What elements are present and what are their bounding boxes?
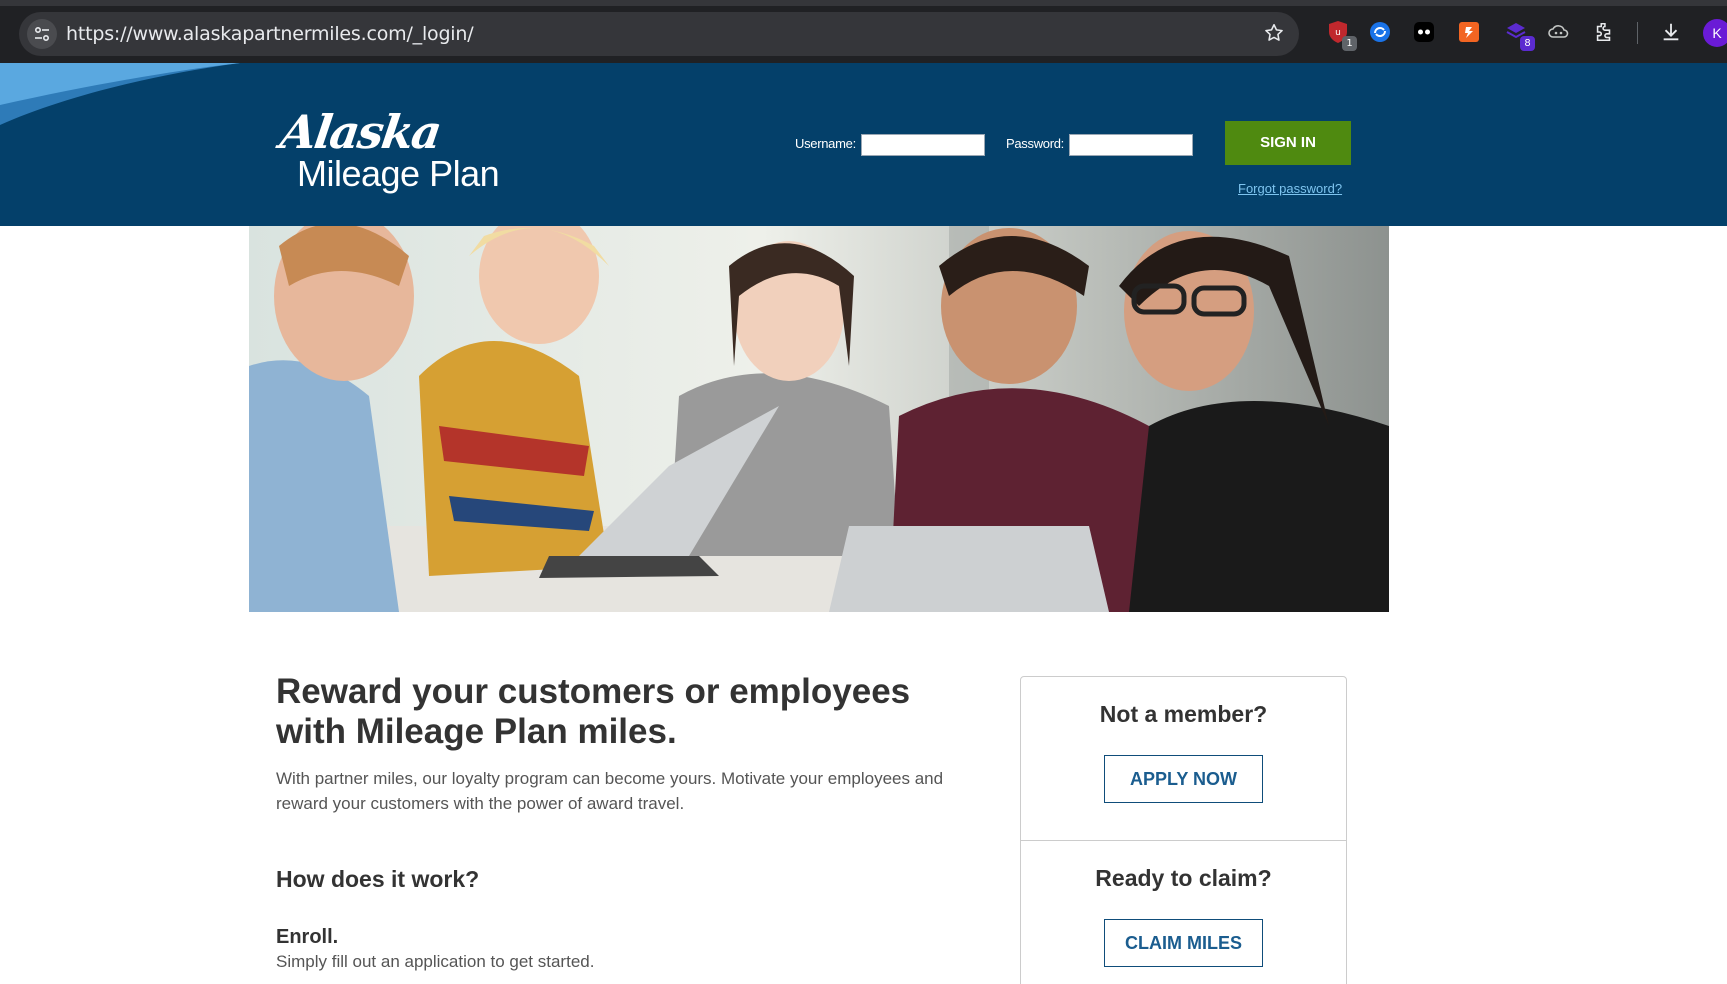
username-input[interactable] [861,134,985,156]
svg-text:u: u [1335,28,1341,38]
hero-people-illustration [249,226,1389,612]
cloud-extension-icon[interactable] [1546,19,1572,45]
how-it-works-heading: How does it work? [276,866,480,892]
header-swoosh [0,63,240,125]
claim-miles-button[interactable]: CLAIM MILES [1104,919,1263,967]
page-headline: Reward your customers or employees with … [276,672,911,751]
extensions-puzzle-icon[interactable] [1591,19,1617,45]
password-input[interactable] [1069,134,1193,156]
hero-photo [249,226,1389,612]
purple-extension-badge: 8 [1520,36,1535,51]
orange-extension-icon[interactable] [1456,19,1482,45]
step-description: Simply fill out an application to get st… [276,952,595,971]
purple-extension-icon[interactable]: 8 [1503,19,1535,51]
address-bar[interactable]: https://www.alaskapartnermiles.com/_logi… [19,12,1299,56]
tab-strip-edge [0,0,1727,6]
bookmark-star-icon[interactable] [1263,22,1285,49]
site-header: Alaska Mileage Plan Username: Password: … [0,63,1727,226]
logo-brand-text: Alaska [277,105,444,159]
browser-toolbar: https://www.alaskapartnermiles.com/_logi… [0,0,1727,63]
not-member-heading: Not a member? [1099,701,1268,727]
profile-avatar[interactable]: K [1703,19,1727,47]
username-label: Username: [795,136,856,151]
card-divider [1021,840,1346,841]
membership-card: Not a member? APPLY NOW Ready to claim? … [1020,676,1347,984]
dark-extension-icon[interactable] [1411,19,1437,45]
forgot-password-link[interactable]: Forgot password? [1238,181,1342,196]
alaska-mileage-plan-logo[interactable]: Alaska Mileage Plan [277,105,517,195]
password-label: Password: [1006,136,1064,151]
apply-now-button[interactable]: APPLY NOW [1104,755,1263,803]
step-title: Enroll. [276,926,339,948]
logo-product-text: Mileage Plan [297,153,500,194]
ready-to-claim-heading: Ready to claim? [1095,865,1272,891]
site-info-icon[interactable] [27,19,57,49]
sign-in-button[interactable]: SIGN IN [1225,121,1351,165]
ublock-badge: 1 [1342,36,1357,51]
intro-text: With partner miles, our loyalty program … [276,769,944,813]
ublock-extension-icon[interactable]: u 1 [1325,19,1357,51]
toolbar-divider [1637,22,1638,44]
sync-extension-icon[interactable] [1367,19,1393,45]
download-icon[interactable] [1658,19,1684,45]
url-text[interactable]: https://www.alaskapartnermiles.com/_logi… [66,23,474,45]
